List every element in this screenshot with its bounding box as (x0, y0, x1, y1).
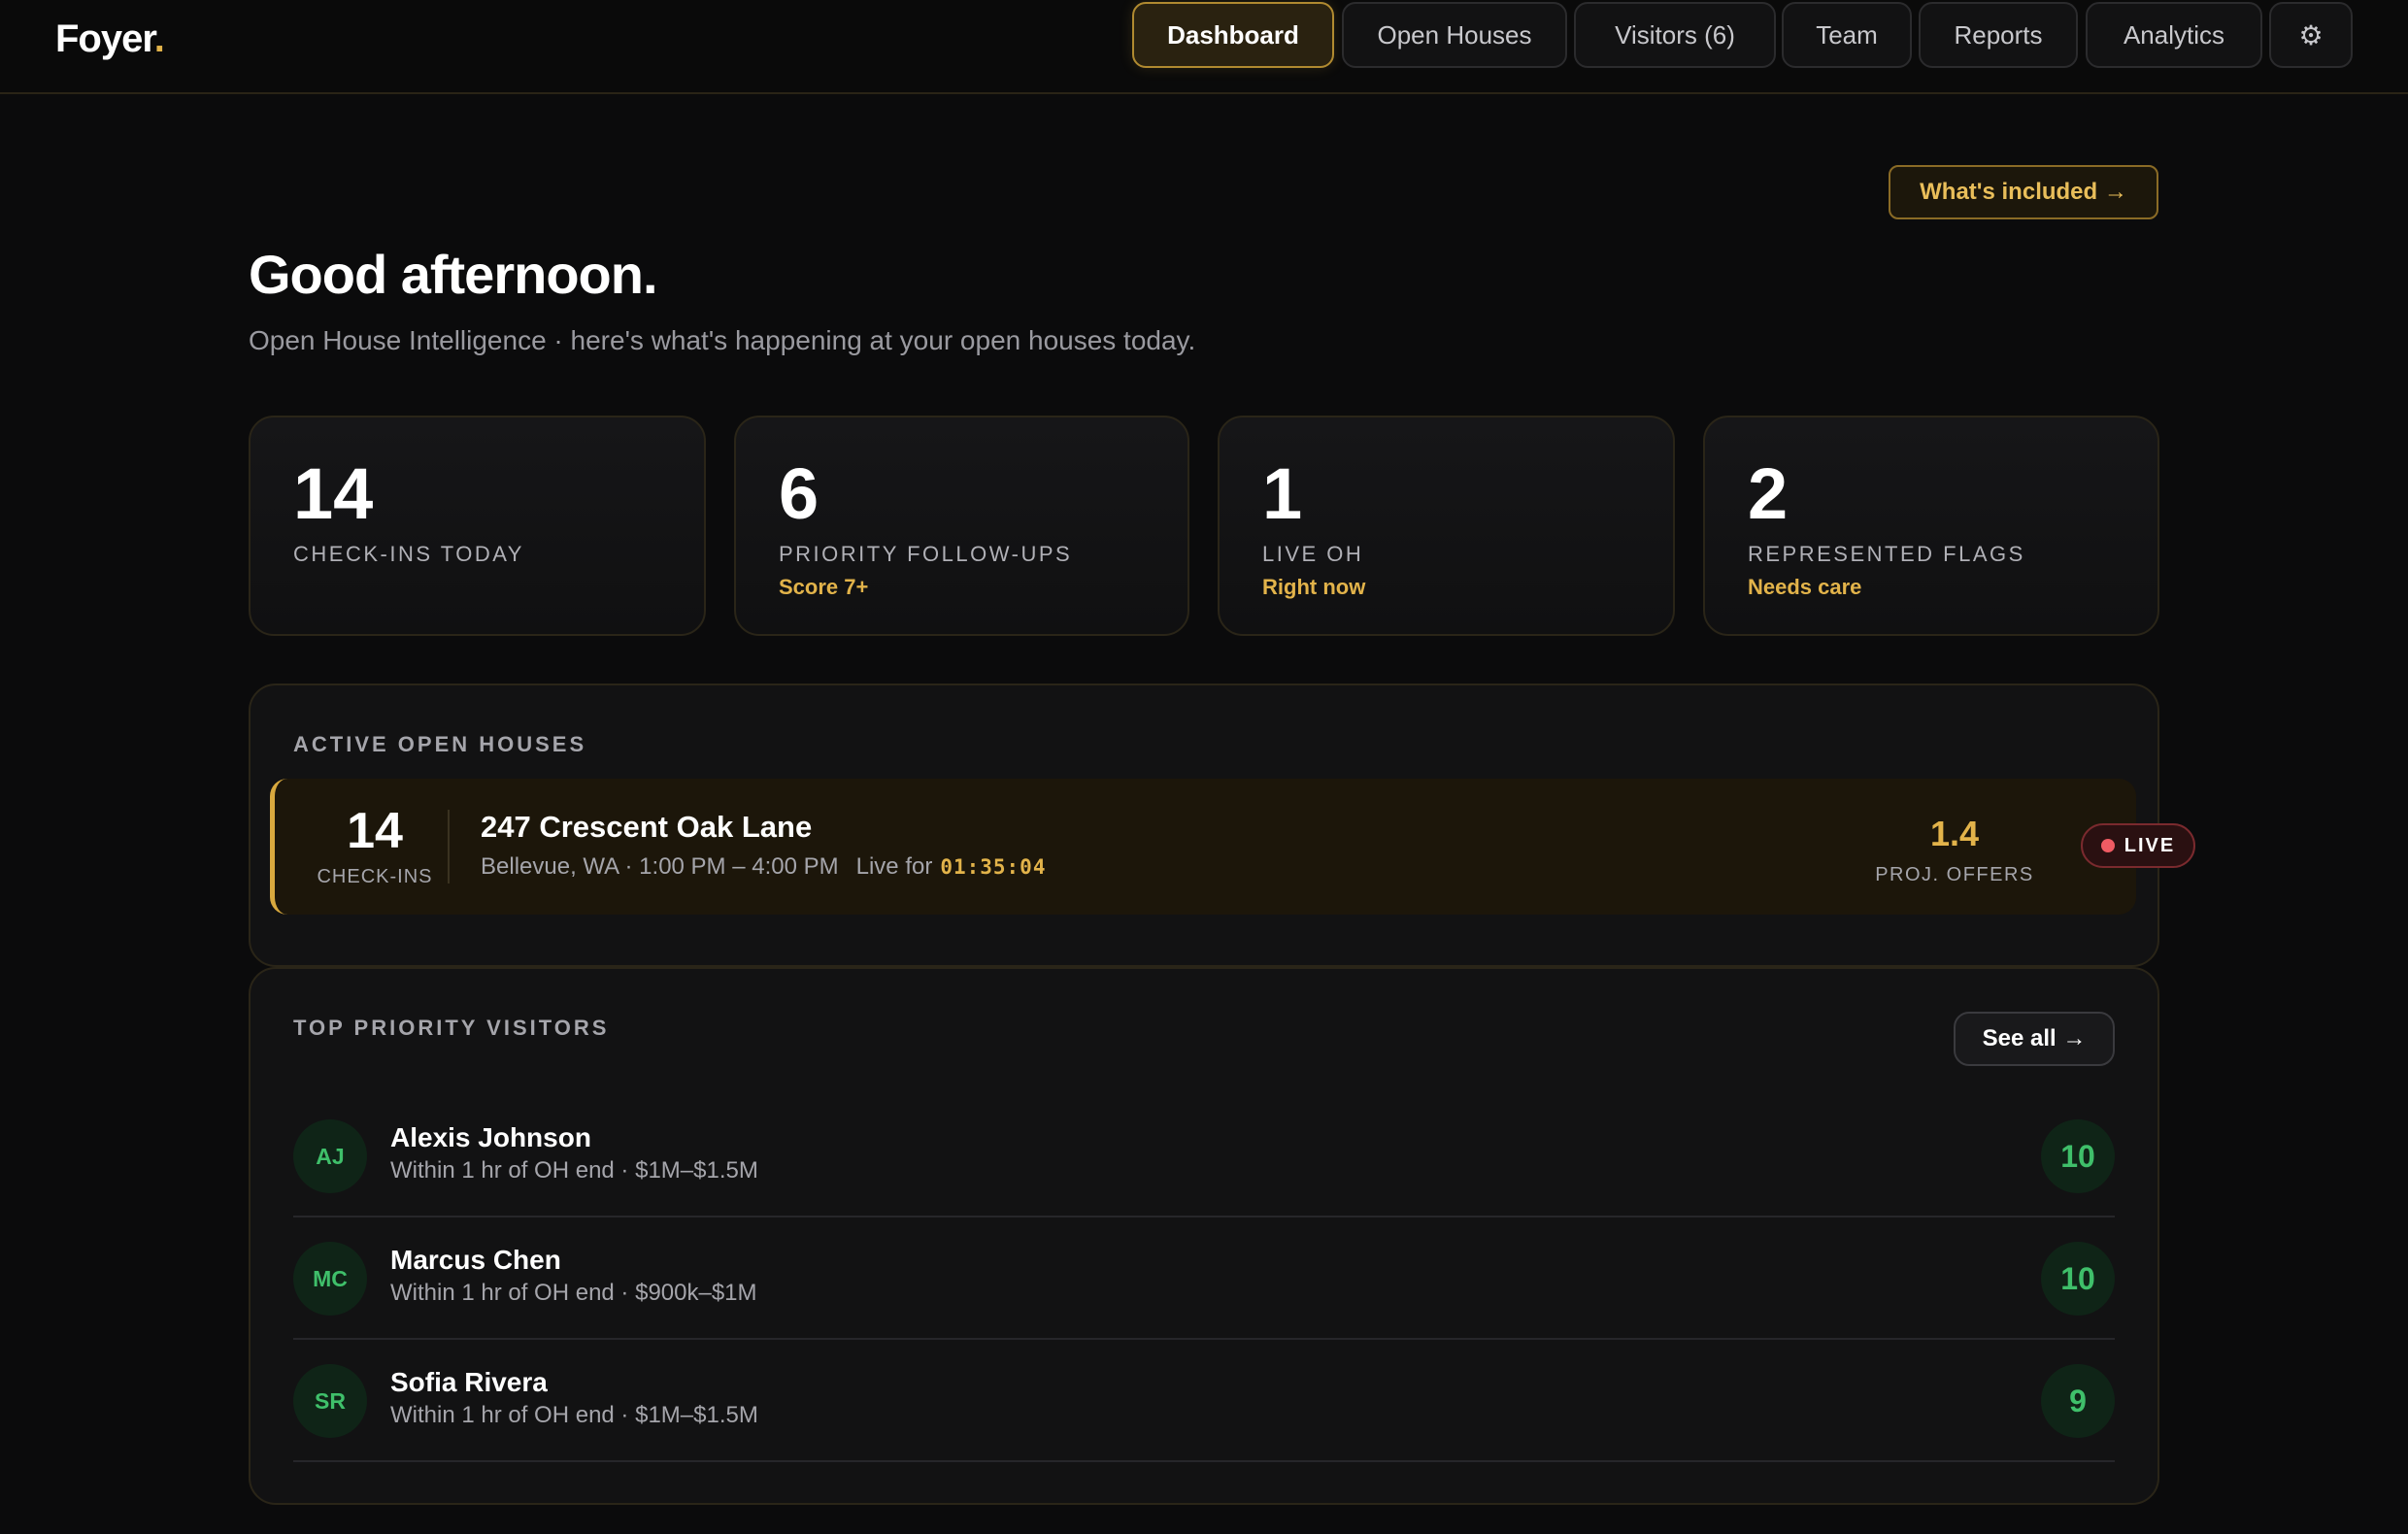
nav-tab-dashboard[interactable]: Dashboard (1132, 2, 1334, 68)
logo-text: Foyer (55, 17, 155, 60)
visitor-meta: Within 1 hr of OH end · $900k–$1M (390, 1280, 757, 1306)
visitor-name: Sofia Rivera (390, 1367, 548, 1397)
top-priority-visitors-panel: TOP PRIORITY VISITORS See all → AJ Alexi… (249, 967, 2159, 1505)
stat-label: LIVE OH (1262, 542, 1364, 566)
visitor-meta: Within 1 hr of OH end · $1M–$1.5M (390, 1157, 758, 1184)
stat-card-check-ins[interactable]: 14 CHECK-INS TODAY (249, 416, 706, 636)
visitor-name: Alexis Johnson (390, 1122, 591, 1152)
visitor-row[interactable]: AJ Alexis Johnson Within 1 hr of OH end … (293, 1095, 2115, 1217)
visitor-name: Marcus Chen (390, 1245, 561, 1275)
live-status-text: LIVE (2124, 834, 2176, 856)
nav-tab-reports[interactable]: Reports (1919, 2, 2078, 68)
stat-card-priority-follow-ups[interactable]: 6 PRIORITY FOLLOW-UPS Score 7+ (734, 416, 1189, 636)
avatar: AJ (293, 1119, 367, 1193)
visitor-row[interactable]: SR Sofia Rivera Within 1 hr of OH end · … (293, 1340, 2115, 1462)
nav-tab-visitors[interactable]: Visitors (6) (1574, 2, 1776, 68)
see-all-button[interactable]: See all → (1954, 1012, 2115, 1066)
open-house-row[interactable]: 14 CHECK-INS 247 Crescent Oak Lane Belle… (270, 779, 2195, 915)
section-title: TOP PRIORITY VISITORS (293, 1016, 610, 1040)
oh-live-for-label: Live for (855, 853, 933, 880)
nav-tab-analytics[interactable]: Analytics (2086, 2, 2262, 68)
app-logo[interactable]: Foyer. (55, 17, 165, 61)
nav-tab-open-houses[interactable]: Open Houses (1342, 2, 1567, 68)
stat-value: 1 (1262, 453, 1303, 534)
stat-label: REPRESENTED FLAGS (1748, 542, 2025, 566)
stat-sublabel: Right now (1262, 575, 1366, 599)
stat-sublabel: Score 7+ (779, 575, 869, 599)
oh-checkins-label: CHECK-INS (317, 866, 433, 887)
oh-meta: Bellevue, WA · 1:00 PM – 4:00 PM Live for… (481, 853, 1046, 881)
oh-location-time: Bellevue, WA · 1:00 PM – 4:00 PM (481, 853, 839, 880)
section-title: ACTIVE OPEN HOUSES (293, 732, 587, 756)
stat-value: 14 (293, 453, 374, 534)
avatar: SR (293, 1364, 367, 1438)
stat-label: PRIORITY FOLLOW-UPS (779, 542, 1073, 566)
page-subtitle: Open House Intelligence · here's what's … (249, 325, 1196, 355)
logo-dot: . (153, 17, 165, 60)
live-dot-icon (2100, 839, 2115, 852)
stat-value: 2 (1748, 453, 1789, 534)
visitor-score-badge: 9 (2041, 1364, 2115, 1438)
nav-tab-team[interactable]: Team (1782, 2, 1912, 68)
top-navigation-bar: Foyer. Dashboard Open Houses Visitors (6… (0, 0, 2408, 94)
live-status-badge: LIVE (2081, 823, 2195, 868)
stat-value: 6 (779, 453, 819, 534)
proj-offers-value: 1.4 (1929, 814, 1980, 853)
stat-card-live-oh[interactable]: 1 LIVE OH Right now (1218, 416, 1675, 636)
stat-card-represented-flags[interactable]: 2 REPRESENTED FLAGS Needs care (1703, 416, 2159, 636)
page-title: Good afternoon. (249, 244, 658, 305)
stat-label: CHECK-INS TODAY (293, 542, 524, 566)
avatar: MC (293, 1242, 367, 1316)
active-open-houses-panel: ACTIVE OPEN HOUSES 14 CHECK-INS 247 Cres… (249, 684, 2195, 967)
visitor-row[interactable]: MC Marcus Chen Within 1 hr of OH end · $… (293, 1217, 2115, 1340)
visitor-score-badge: 10 (2041, 1242, 2115, 1316)
divider (448, 810, 450, 884)
proj-offers-label: PROJ. OFFERS (1875, 864, 2034, 885)
whats-included-button[interactable]: What's included → (1889, 165, 2158, 219)
settings-gear-icon[interactable]: ⚙ (2269, 2, 2353, 68)
oh-live-timer: 01:35:04 (940, 855, 1047, 879)
visitor-score-badge: 10 (2041, 1119, 2115, 1193)
oh-checkins-count: 14 (347, 803, 403, 859)
visitor-meta: Within 1 hr of OH end · $1M–$1.5M (390, 1402, 758, 1428)
oh-address[interactable]: 247 Crescent Oak Lane (481, 810, 812, 845)
stat-sublabel: Needs care (1748, 575, 1862, 599)
